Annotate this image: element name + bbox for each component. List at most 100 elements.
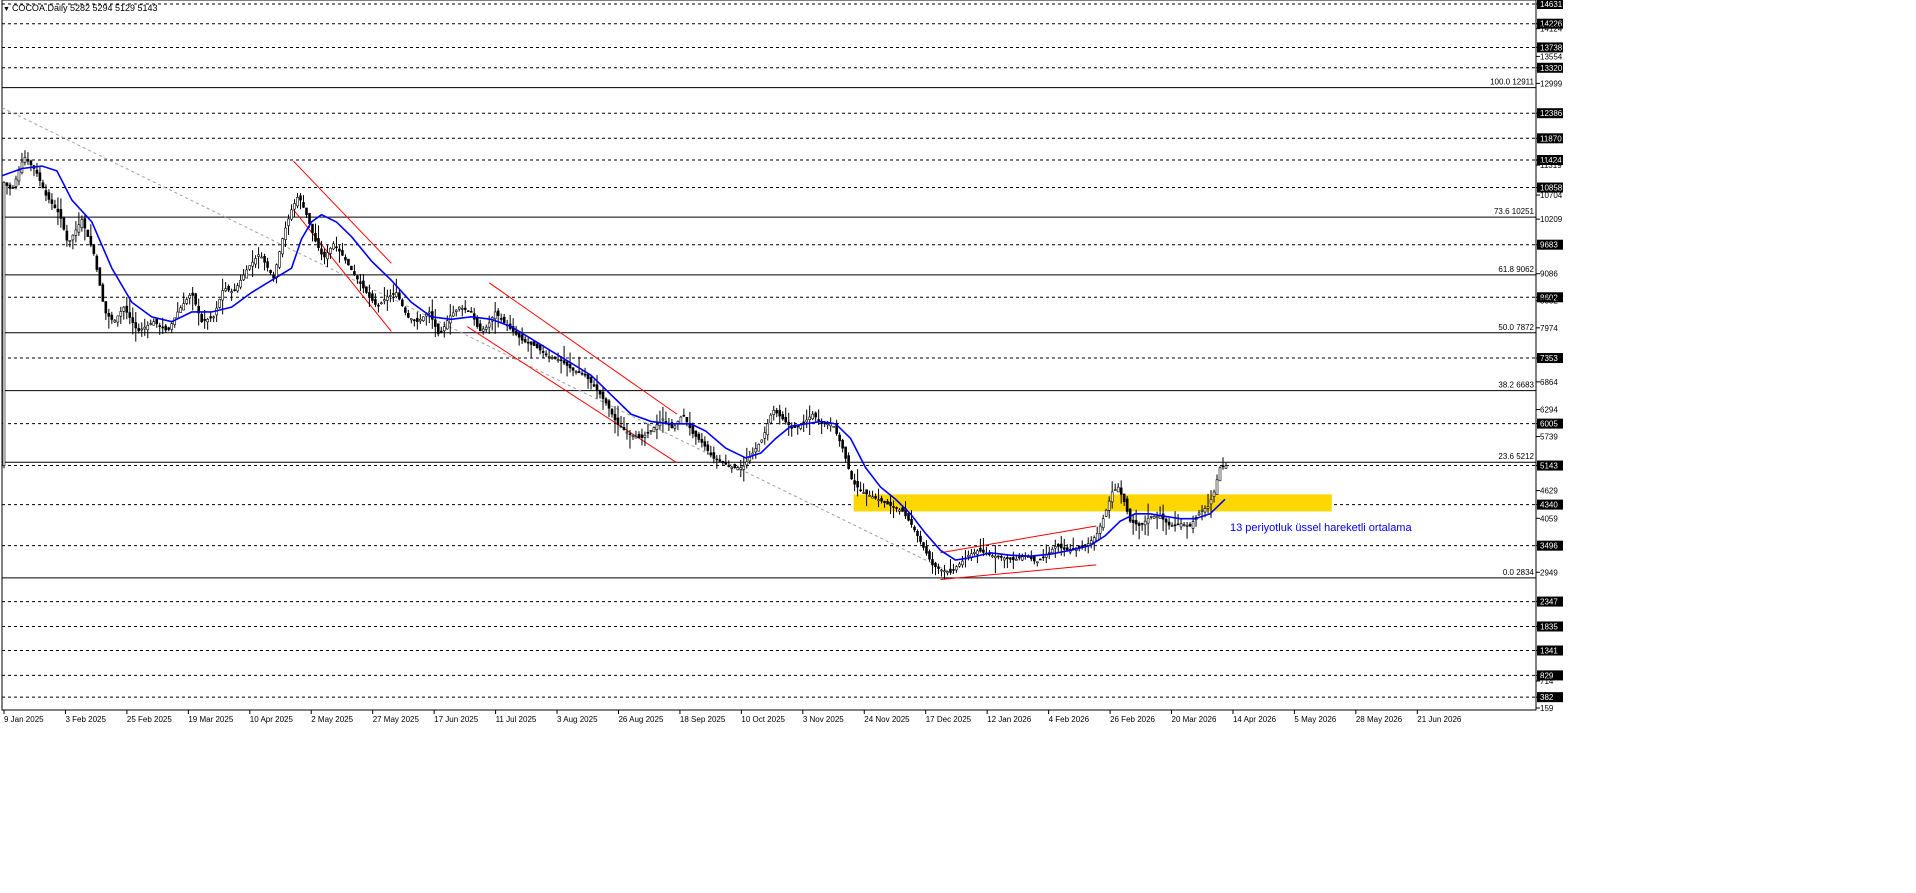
candle-body (386, 296, 389, 301)
x-tick-label: 10 Oct 2025 (741, 715, 785, 724)
candle-body (487, 322, 491, 328)
candle-body (646, 432, 650, 434)
candle-body (1197, 512, 1201, 516)
y-tick-label: 382 (1540, 693, 1554, 702)
candle-body (1158, 515, 1162, 519)
candle-body (302, 202, 305, 208)
candle-body (125, 305, 129, 313)
candle-body (502, 316, 506, 323)
candle-body (1056, 543, 1060, 547)
candle-body (137, 328, 141, 332)
y-tick-label: 12386 (1540, 109, 1563, 118)
candle-body (766, 423, 770, 436)
candle-body (53, 204, 57, 209)
x-tick-label: 2 May 2025 (311, 715, 353, 724)
fibonacci-label: 100.0 12911 (1490, 78, 1534, 87)
candle-body (143, 326, 147, 330)
candle-body (532, 341, 536, 346)
candle-body (1053, 546, 1057, 549)
candle-body (481, 328, 485, 332)
candle-body (152, 321, 156, 326)
candle-body (179, 307, 183, 313)
candle-body (748, 457, 752, 462)
candle-body (227, 286, 230, 291)
candle-body (664, 421, 668, 423)
candle-body (460, 308, 464, 310)
candle-body (287, 218, 290, 227)
candle-body (158, 325, 162, 327)
candle-body (982, 549, 985, 553)
candle-body (517, 332, 521, 338)
y-tick-label: 1341 (1540, 647, 1558, 656)
candle-body (871, 496, 874, 499)
candle-body (1173, 524, 1177, 527)
candle-body (20, 161, 24, 174)
candle-body (1224, 465, 1228, 469)
candle-body (422, 316, 425, 322)
y-tick-label: 9683 (1540, 241, 1558, 250)
candle-body (1098, 525, 1102, 534)
y-tick-label: 5143 (1540, 462, 1558, 471)
candle-body (553, 356, 557, 359)
y-tick-label: 11870 (1540, 134, 1562, 143)
y-tick-label: 4059 (1540, 514, 1558, 523)
x-tick-label: 25 Feb 2025 (127, 715, 172, 724)
candle-body (691, 424, 695, 434)
y-tick-label: 159 (1540, 704, 1554, 713)
candle-body (293, 203, 296, 210)
candle-body (706, 444, 710, 451)
candle-body (1059, 543, 1063, 549)
candle-body (1101, 518, 1105, 529)
candle-body (802, 421, 805, 424)
candle-body (880, 498, 883, 502)
candle-body (410, 318, 413, 321)
candle-body (380, 302, 383, 305)
candle-body (392, 293, 395, 295)
x-tick-label: 26 Feb 2026 (1110, 715, 1155, 724)
plot-area (1, 0, 1537, 711)
candle-body (47, 192, 51, 200)
x-tick-label: 18 Sep 2025 (680, 715, 726, 724)
candle-body (445, 320, 449, 330)
candle-body (1212, 491, 1216, 497)
candle-body (203, 318, 206, 321)
ohlc-values: 5282 5294 5129 5143 (69, 3, 158, 13)
candle-body (164, 325, 168, 331)
candle-body (350, 265, 353, 271)
candle-body (1125, 498, 1129, 512)
candle-body (89, 236, 93, 246)
candle-body (463, 307, 467, 310)
candle-body (631, 434, 635, 437)
candle-body (299, 195, 302, 201)
candle-body (856, 481, 859, 488)
candle-body (1018, 556, 1021, 559)
candle-body (1077, 545, 1081, 548)
candle-body (946, 571, 949, 574)
candle-body (829, 423, 832, 427)
fibonacci-label: 61.8 9062 (1498, 265, 1534, 274)
candle-body (958, 563, 961, 567)
candle-body (940, 569, 943, 572)
y-tick-label: 9086 (1540, 270, 1558, 279)
candle-body (266, 261, 269, 268)
candle-body (952, 569, 955, 571)
candle-body (520, 334, 524, 341)
candle-body (838, 434, 841, 442)
candle-body (724, 461, 728, 465)
candle-body (368, 292, 371, 297)
dropdown-arrow-icon[interactable]: ▼ (3, 6, 10, 13)
candle-body (56, 208, 60, 213)
candle-body (416, 317, 419, 323)
candle-body (832, 425, 835, 428)
candle-body (371, 293, 374, 301)
candle-body (589, 376, 593, 383)
candle-body (679, 416, 683, 424)
candle-body (1107, 500, 1111, 511)
candle-body (341, 250, 344, 256)
candle-body (769, 414, 773, 424)
candle-body (1134, 520, 1138, 525)
candle-body (212, 316, 215, 319)
price-chart[interactable]: 14631 14226 14124 13738 13554 13320 12999 12386… (0, 0, 1916, 888)
candle-body (1041, 556, 1045, 559)
candle-body (224, 288, 227, 292)
